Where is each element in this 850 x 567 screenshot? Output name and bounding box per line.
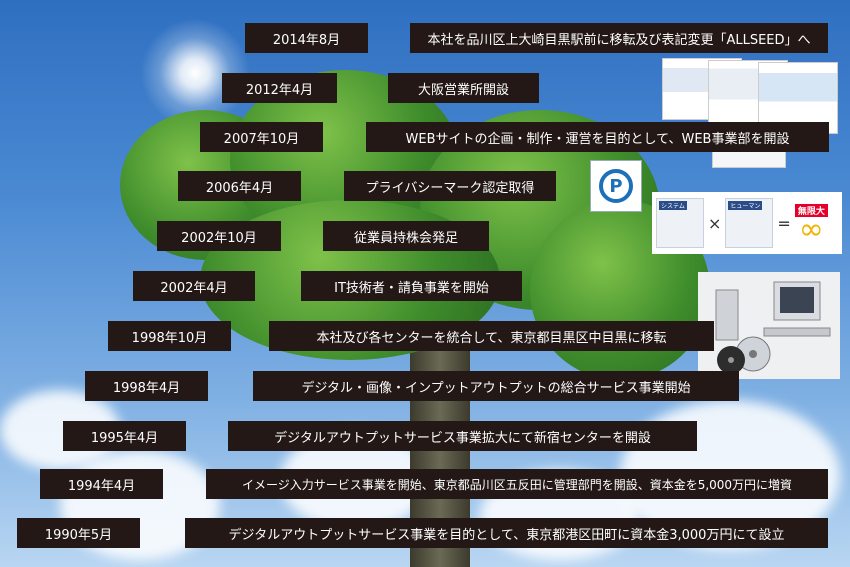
timeline-event: デジタルアウトプットサービス事業を目的として、東京都港区田町に資本金3,000万… [185,518,828,548]
timeline-event: 本社及び各センターを統合して、東京都目黒区中目黒に移転 [269,321,714,351]
timeline-event: 従業員持株会発足 [323,221,489,251]
privacy-mark-icon: P [590,160,642,212]
infinity-icon: 無限大 ∞ [794,203,828,247]
system-tag: システム [659,201,687,210]
timeline-year: 1998年10月 [108,321,231,351]
human-tag: ヒューマン [728,201,763,210]
infinity-symbol: ∞ [798,211,824,247]
timeline-event: プライバシーマーク認定取得 [344,171,556,201]
computer-equipment-icon [698,272,840,379]
timeline-year: 2007年10月 [200,122,323,152]
equals-operator: = [777,213,791,233]
timeline-year: 1990年5月 [17,518,140,548]
timeline-event: IT技術者・請負事業を開始 [301,271,522,301]
privacy-mark-symbol: P [599,169,633,203]
timeline-event: デジタルアウトプットサービス事業拡大にて新宿センターを開設 [228,421,697,451]
timeline-year: 1994年4月 [40,469,163,499]
timeline-year: 2002年4月 [133,271,255,301]
laptop-image: システム [656,198,704,248]
times-operator: × [708,213,722,233]
timeline-event: 本社を品川区上大崎目黒駅前に移転及び表記変更「ALLSEED」へ [410,23,828,53]
person-image: ヒューマン [725,198,774,248]
history-timeline: P システム × ヒューマン = 無限大 ∞ 2014年8月 本社を品川区上大崎… [0,0,850,567]
system-human-formula: システム × ヒューマン = 無限大 ∞ [652,192,842,254]
timeline-year: 2014年8月 [245,23,368,53]
timeline-event: 大阪営業所開設 [388,73,539,103]
timeline-event: デジタル・画像・インプットアウトプットの総合サービス事業開始 [253,371,739,401]
timeline-year: 2006年4月 [178,171,301,201]
timeline-year: 2012年4月 [222,73,337,103]
timeline-year: 1998年4月 [85,371,208,401]
timeline-event: イメージ入力サービス事業を開始、東京都品川区五反田に管理部門を開設、資本金を5,… [206,469,828,499]
timeline-event: WEBサイトの企画・制作・運営を目的として、WEB事業部を開設 [366,122,829,152]
timeline-year: 2002年10月 [157,221,281,251]
timeline-year: 1995年4月 [63,421,186,451]
